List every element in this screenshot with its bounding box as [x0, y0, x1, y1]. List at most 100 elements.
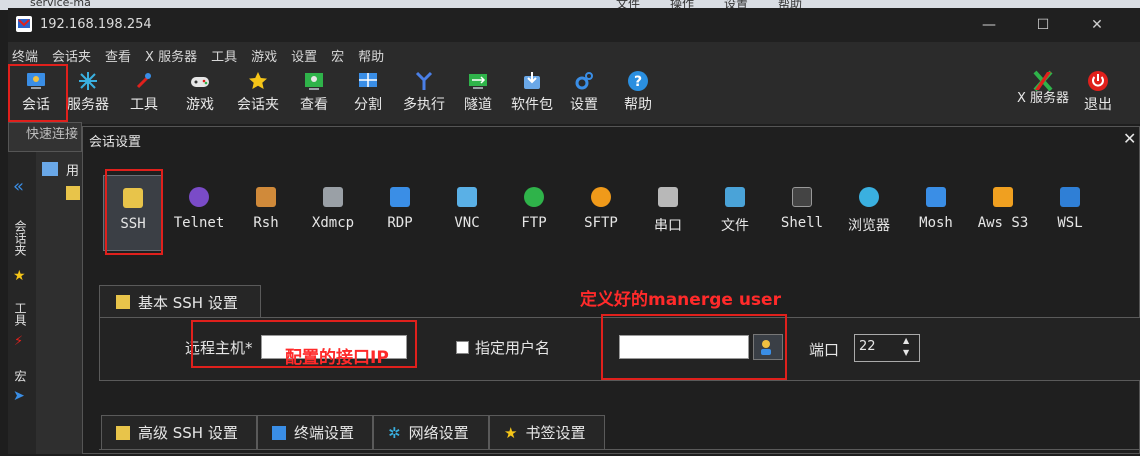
- wsl-icon: [1060, 187, 1080, 207]
- left-sidebar: « 会话夹 ★ 工具 ⚡ 宏 ➤: [8, 152, 37, 454]
- toolbar-view-button[interactable]: 查看: [290, 66, 338, 122]
- protocol-label: 文件: [721, 218, 749, 234]
- menu-sessions[interactable]: 会话夹: [52, 46, 91, 65]
- protocol-label: 浏览器: [848, 218, 890, 234]
- dialog-title: 会话设置: [89, 135, 142, 150]
- minimize-button[interactable]: —: [966, 12, 1012, 38]
- protocol-label: Aws S3: [977, 215, 1029, 231]
- wrench-icon: [116, 295, 130, 309]
- menu-tools[interactable]: 工具: [211, 46, 237, 65]
- tab-bookmark-settings[interactable]: ★ 书签设置: [489, 415, 605, 449]
- menu-terminal[interactable]: 终端: [12, 46, 38, 65]
- tab-network-settings[interactable]: ✲ 网络设置: [373, 415, 489, 449]
- menu-settings[interactable]: 设置: [291, 46, 317, 65]
- protocol-label: WSL: [1057, 215, 1083, 231]
- tab-label: 基本 SSH 设置: [138, 294, 238, 312]
- network-icon: ✲: [388, 423, 401, 442]
- port-spinbox[interactable]: 22 ▲ ▼: [854, 334, 920, 362]
- menu-items: 终端 会话夹 查看 X 服务器 工具 游戏 设置 宏 帮助: [12, 46, 384, 65]
- protocol-shell[interactable]: Shell: [770, 175, 834, 251]
- toolbar-label: 退出: [1084, 97, 1112, 113]
- protocol-sftp[interactable]: SFTP: [569, 175, 633, 251]
- servers-icon: [79, 72, 97, 90]
- close-button[interactable]: ✕: [1074, 12, 1120, 38]
- quick-connect-label: 快速连接: [26, 127, 79, 142]
- spin-up-icon[interactable]: ▲: [903, 336, 909, 345]
- toolbar-sessions-folder-button[interactable]: 会话夹: [230, 66, 286, 122]
- protocol-label: Rsh: [253, 215, 279, 231]
- toolbar-tunnel-button[interactable]: 隧道: [454, 66, 502, 122]
- protocol-rsh[interactable]: Rsh: [234, 175, 298, 251]
- power-icon: [1088, 71, 1108, 91]
- menu-macros[interactable]: 宏: [331, 46, 344, 65]
- port-label: 端口: [809, 341, 840, 359]
- protocol-rdp[interactable]: RDP: [368, 175, 432, 251]
- ssh-session-icon[interactable]: [66, 186, 80, 200]
- sidebar-tab-tools[interactable]: 工具: [12, 302, 29, 326]
- user-folder-icon: [42, 162, 58, 176]
- session-tree: 用: [36, 152, 86, 454]
- protocol-browser[interactable]: 浏览器: [837, 175, 901, 251]
- view-icon: [305, 73, 323, 90]
- protocol-label: Telnet: [173, 215, 225, 231]
- maximize-button[interactable]: ☐: [1020, 12, 1066, 38]
- tab-basic-ssh-settings[interactable]: 基本 SSH 设置: [99, 285, 261, 319]
- protocol-label: Xdmcp: [311, 215, 355, 231]
- toolbar-help-button[interactable]: ? 帮助: [614, 66, 662, 122]
- sidebar-tab-sessions[interactable]: 会话夹: [12, 220, 29, 256]
- dialog-close-button[interactable]: ✕: [1123, 129, 1136, 148]
- app-logo-icon: [16, 16, 32, 32]
- rdp-icon: [390, 187, 410, 207]
- tab-terminal-settings[interactable]: 终端设置: [257, 415, 373, 449]
- toolbar-packages-button[interactable]: 软件包: [504, 66, 560, 122]
- toolbar-exit-button[interactable]: 退出: [1074, 66, 1122, 122]
- help-icon: ?: [628, 71, 648, 91]
- protocol-wsl[interactable]: WSL: [1038, 175, 1102, 251]
- rsh-icon: [256, 187, 276, 207]
- menu-help[interactable]: 帮助: [358, 46, 384, 65]
- protocol-file[interactable]: 文件: [703, 175, 767, 251]
- xserver-icon: [1033, 70, 1053, 92]
- protocol-serial[interactable]: 串口: [636, 175, 700, 251]
- serial-icon: [658, 187, 678, 207]
- menu-bar: 终端 会话夹 查看 X 服务器 工具 游戏 设置 宏 帮助: [8, 42, 1140, 66]
- annotation-interface-ip: 配置的接口IP: [285, 348, 389, 368]
- sidebar-tab-macros[interactable]: 宏: [12, 370, 29, 382]
- toolbar-servers-button[interactable]: 服务器: [64, 66, 112, 122]
- toolbar-label: 服务器: [67, 97, 109, 113]
- mosh-icon: [926, 187, 946, 207]
- toolbar-split-button[interactable]: 分割: [344, 66, 392, 122]
- menu-games[interactable]: 游戏: [251, 46, 277, 65]
- tools-icon: ⚡: [14, 334, 24, 349]
- specify-username-label: 指定用户名: [475, 339, 551, 357]
- specify-username-checkbox[interactable]: [456, 341, 469, 354]
- protocol-ftp[interactable]: FTP: [502, 175, 566, 251]
- toolbar-tools-button[interactable]: 工具: [120, 66, 168, 122]
- tree-item-user[interactable]: 用: [66, 160, 79, 179]
- toolbar-games-button[interactable]: 游戏: [176, 66, 224, 122]
- settings-icon: [575, 72, 593, 90]
- protocol-mosh[interactable]: Mosh: [904, 175, 968, 251]
- toolbar-multiexec-button[interactable]: 多执行: [394, 66, 454, 122]
- collapse-icon[interactable]: «: [13, 176, 24, 197]
- spin-down-icon[interactable]: ▼: [903, 348, 909, 357]
- tab-label: 高级 SSH 设置: [138, 424, 238, 442]
- toolbar-label: 游戏: [186, 97, 214, 113]
- star-icon: [249, 72, 267, 89]
- toolbar-label: 工具: [130, 97, 158, 113]
- ftp-icon: [524, 187, 544, 207]
- menu-view[interactable]: 查看: [105, 46, 131, 65]
- toolbar-settings-button[interactable]: 设置: [560, 66, 608, 122]
- protocol-aws-s3[interactable]: Aws S3: [971, 175, 1035, 251]
- protocol-vnc[interactable]: VNC: [435, 175, 499, 251]
- tab-advanced-ssh[interactable]: 高级 SSH 设置: [101, 415, 257, 449]
- protocol-telnet[interactable]: Telnet: [167, 175, 231, 251]
- toolbar-label: 会话夹: [237, 97, 279, 113]
- packages-icon: [524, 72, 540, 89]
- protocol-xdmcp[interactable]: Xdmcp: [301, 175, 365, 251]
- toolbar-xserver-button[interactable]: X 服务器: [1016, 66, 1070, 122]
- xdmcp-icon: [323, 187, 343, 207]
- menu-xserver[interactable]: X 服务器: [145, 46, 197, 65]
- terminal-icon: [272, 425, 286, 440]
- toolbar: 会话 服务器 工具 游戏 会话夹 查看 分割 多执行 隧道 软件包 设置 ? 帮…: [8, 66, 1140, 124]
